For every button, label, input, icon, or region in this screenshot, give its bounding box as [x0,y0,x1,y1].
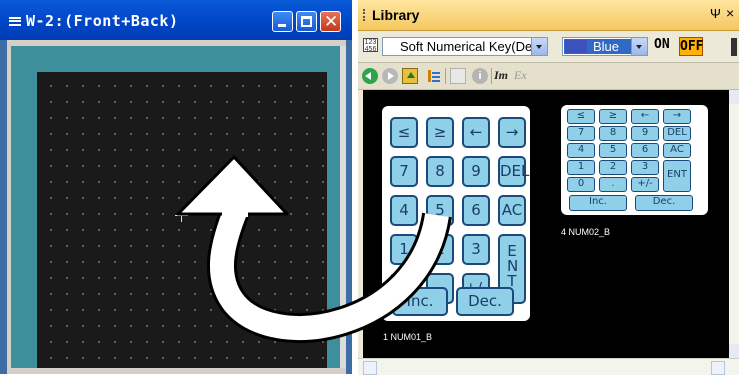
info-icon[interactable]: i [472,68,488,84]
chevron-down-icon[interactable] [631,38,647,55]
key-del[interactable]: DEL [663,126,691,141]
chevron-down-icon[interactable] [531,38,547,55]
part-type-select[interactable]: Soft Numerical Key(Dec. [382,37,548,56]
library-title: Library [372,7,420,23]
import-icon[interactable]: Im [494,68,510,84]
key-7[interactable]: 7 [567,126,595,141]
window-icon [9,17,21,26]
key-9[interactable]: 9 [631,126,659,141]
key-left[interactable]: ← [462,117,490,148]
key-right[interactable]: → [663,109,691,124]
key-ac[interactable]: AC [498,195,526,226]
key-4[interactable]: 4 [567,143,595,158]
crosshair-cursor-icon [175,209,188,222]
scroll-right-button[interactable] [711,361,725,375]
screen-window: W-2:(Front+Back) ✕ [0,0,352,374]
off-state-button[interactable]: OFF [679,37,703,56]
maximize-button[interactable] [296,11,317,32]
key-9[interactable]: 9 [462,156,490,187]
grip-icon[interactable] [363,9,367,21]
keypad-num01[interactable]: ≤≥←→789DEL456AC123ENT0.+/-Inc.Dec. [382,106,530,321]
keypad-caption: 1 NUM01_B [383,332,433,342]
key-inc[interactable]: Inc. [569,195,627,211]
horizontal-scrollbar[interactable] [358,358,739,375]
key-del[interactable]: DEL [498,156,529,187]
key-6[interactable]: 6 [462,195,490,226]
minimize-button[interactable] [272,11,293,32]
key-6[interactable]: 6 [631,143,659,158]
key-5[interactable]: 5 [599,143,627,158]
back-arrow-icon[interactable] [362,68,378,84]
color-swatch [565,40,587,53]
key-2[interactable]: 2 [426,234,454,265]
part-type-value: Soft Numerical Key(Dec. [400,39,543,54]
key-inc[interactable]: Inc. [392,287,448,316]
library-toolbar: i Im Ex [358,62,739,90]
library-options-bar: 123 456 Soft Numerical Key(Dec. Blue ON O… [358,31,739,61]
copy-icon[interactable] [450,68,466,84]
key-3[interactable]: 3 [631,160,659,175]
key-1[interactable]: 1 [567,160,595,175]
key-8[interactable]: 8 [599,126,627,141]
window-title-bar[interactable]: W-2:(Front+Back) ✕ [0,0,352,40]
on-state-button[interactable]: ON [654,37,670,52]
tree-view-icon[interactable] [426,68,442,84]
key-lte[interactable]: ≤ [567,109,595,124]
scroll-up-button[interactable] [729,90,739,104]
close-icon: ✕ [324,12,339,32]
forward-arrow-icon[interactable] [382,68,398,84]
close-button[interactable]: ✕ [320,11,341,32]
key-plus-minus[interactable]: +/- [631,177,659,192]
color-select[interactable]: Blue [562,37,648,56]
library-panel: Library Ψ × 123 456 Soft Numerical Key(De… [358,0,739,375]
color-value: Blue [593,39,620,54]
key-lte[interactable]: ≤ [390,117,418,148]
window-title: W-2:(Front+Back) [26,12,179,30]
scroll-left-button[interactable] [363,361,377,375]
library-close-button[interactable]: × [726,5,734,21]
key-3[interactable]: 3 [462,234,490,265]
export-icon[interactable]: Ex [514,68,530,84]
toolbar-divider [445,68,446,84]
pin-icon[interactable]: Ψ [710,6,721,21]
toolbar-divider [491,68,492,84]
toolbar-overflow[interactable] [731,38,737,56]
key-dec[interactable]: Dec. [635,195,693,211]
key-ent[interactable]: ENT [663,160,691,192]
key-dot[interactable]: . [599,177,627,192]
keypad-num02[interactable]: ≤ ≥ ← → 7 8 9 DEL 4 5 6 AC 1 2 3 ENT 0. +/- Inc. Dec. [561,105,708,215]
folder-up-icon[interactable] [402,68,418,84]
vertical-scrollbar[interactable] [729,90,739,358]
key-ac[interactable]: AC [663,143,691,158]
key-right[interactable]: → [498,117,526,148]
keypad-caption: 4 NUM02_B [561,227,611,237]
key-1[interactable]: 1 [390,234,418,265]
library-title-bar[interactable]: Library Ψ × [358,0,739,31]
key-5[interactable]: 5 [426,195,454,226]
library-items-area: ≤≥←→789DEL456AC123ENT0.+/-Inc.Dec. 1 NUM… [363,90,729,358]
key-4[interactable]: 4 [390,195,418,226]
scroll-down-button[interactable] [729,344,739,358]
key-left[interactable]: ← [631,109,659,124]
key-7[interactable]: 7 [390,156,418,187]
key-dec[interactable]: Dec. [456,287,514,316]
key-2[interactable]: 2 [599,160,627,175]
maximize-icon [301,16,312,27]
minimize-icon [278,24,286,27]
key-8[interactable]: 8 [426,156,454,187]
key-0[interactable]: 0 [567,177,595,192]
key-gte[interactable]: ≥ [599,109,627,124]
numeric-key-icon: 123 456 [363,38,378,53]
key-gte[interactable]: ≥ [426,117,454,148]
